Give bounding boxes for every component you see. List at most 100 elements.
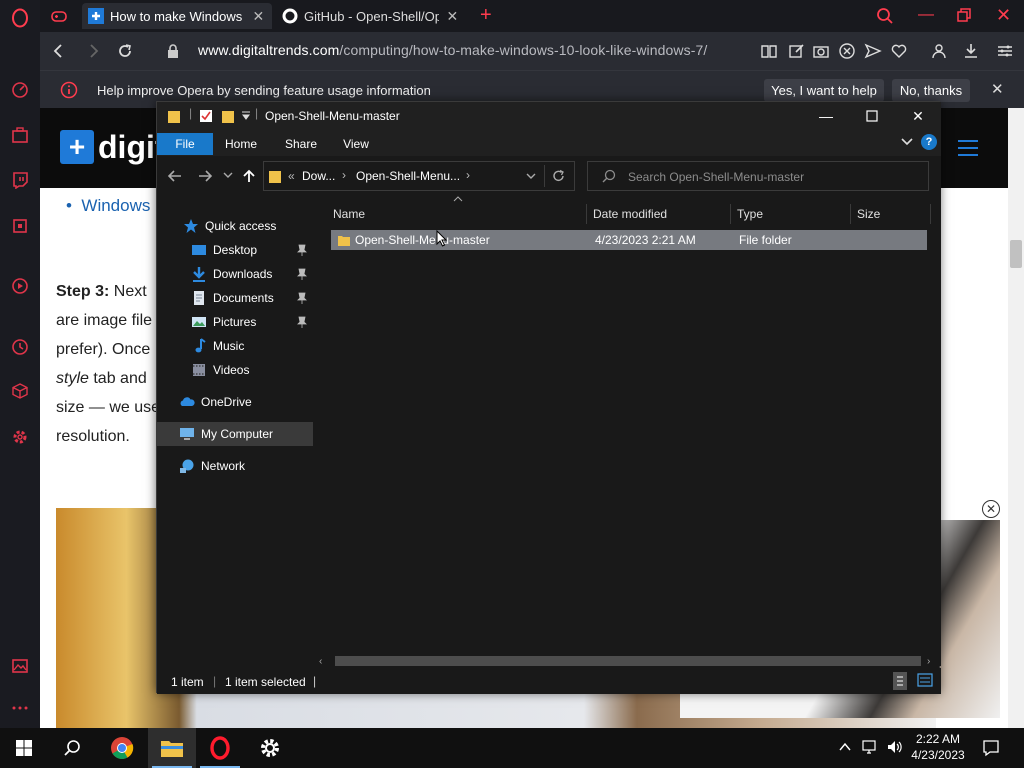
nav-downloads[interactable]: Downloads [157, 262, 313, 286]
start-windows-icon[interactable] [0, 728, 48, 768]
explorer-forward-icon[interactable] [197, 168, 213, 184]
reader-mode-icon[interactable] [760, 42, 778, 60]
address-breadcrumb[interactable]: « Dow... › Open-Shell-Menu... › [263, 161, 575, 191]
nav-network[interactable]: Network [157, 454, 313, 478]
reload-icon[interactable] [116, 42, 134, 60]
explorer-title-bar[interactable]: | | Open-Shell-Menu-master — ✕ [157, 102, 941, 130]
address-dropdown-icon[interactable] [526, 173, 536, 181]
customize-toolbar-icon[interactable] [241, 110, 251, 122]
explorer-back-icon[interactable] [167, 168, 183, 184]
nav-onedrive[interactable]: OneDrive [157, 390, 313, 414]
new-tab-plus-icon[interactable]: + [480, 4, 492, 27]
search-box[interactable]: Search Open-Shell-Menu-master [587, 161, 929, 191]
no-thanks-button[interactable]: No, thanks [892, 79, 970, 102]
heart-bookmark-icon[interactable] [890, 42, 908, 60]
taskbar-search-icon[interactable] [48, 728, 96, 768]
pin-icon[interactable] [297, 268, 307, 280]
large-icons-view-icon[interactable] [917, 673, 933, 687]
gamepad-icon[interactable] [50, 7, 68, 25]
hamburger-menu-icon[interactable] [958, 140, 978, 156]
volume-icon[interactable] [886, 739, 904, 755]
nav-pictures[interactable]: Pictures [157, 310, 313, 334]
briefcase-icon[interactable] [10, 125, 30, 145]
digitaltrends-logo-mark[interactable]: + [60, 130, 94, 164]
chrome-icon[interactable] [98, 728, 146, 768]
crypto-wallet-icon[interactable] [10, 216, 30, 236]
network-tray-icon[interactable] [862, 739, 880, 755]
pin-icon[interactable] [297, 292, 307, 304]
settings-gear-icon[interactable] [10, 427, 30, 447]
expand-ribbon-icon[interactable] [901, 137, 913, 147]
new-folder-icon[interactable] [221, 108, 235, 124]
opera-logo-icon[interactable] [10, 8, 30, 28]
horizontal-scrollbar[interactable]: ‹ › [317, 654, 939, 668]
extensions-cube-icon[interactable] [10, 381, 30, 401]
nav-quick-access[interactable]: Quick access [157, 214, 313, 238]
explorer-close-icon[interactable]: ✕ [895, 102, 941, 130]
help-icon[interactable]: ? [921, 134, 937, 150]
ribbon-tab-view[interactable]: View [333, 133, 379, 155]
explorer-maximize-icon[interactable] [849, 102, 895, 130]
minimize-icon[interactable]: — [918, 6, 934, 24]
yes-help-button[interactable]: Yes, I want to help [764, 79, 884, 102]
breadcrumb-downloads[interactable]: Dow... [302, 169, 335, 183]
bullet-link-text[interactable]: Windows [81, 196, 150, 215]
close-video-icon[interactable]: ✕ [982, 500, 1000, 518]
scroll-right-icon[interactable]: › [927, 656, 930, 667]
properties-icon[interactable] [199, 109, 213, 123]
tab-digitaltrends[interactable]: How to make Windows look ✕ [82, 3, 272, 29]
ribbon-tab-home[interactable]: Home [217, 133, 265, 155]
easy-setup-icon[interactable] [996, 42, 1014, 60]
player-icon[interactable] [10, 276, 30, 296]
opera-taskbar-icon[interactable] [196, 728, 244, 768]
column-header-size[interactable]: Size [853, 204, 931, 224]
page-scrollbar[interactable] [1008, 108, 1024, 728]
restore-icon[interactable] [956, 7, 972, 23]
taskbar-clock[interactable]: 2:22 AM 4/23/2023 [908, 731, 968, 763]
column-header-name[interactable]: Name [329, 204, 587, 224]
info-bar-close-icon[interactable]: ✕ [991, 80, 1004, 98]
camera-snapshot-icon[interactable] [812, 42, 830, 60]
tray-chevron-icon[interactable] [838, 740, 852, 754]
nav-videos[interactable]: Videos [157, 358, 313, 382]
send-icon[interactable] [864, 42, 882, 60]
details-view-icon[interactable] [893, 672, 907, 690]
speed-dial-icon[interactable] [10, 80, 30, 100]
nav-music[interactable]: Music [157, 334, 313, 358]
settings-taskbar-icon[interactable] [246, 728, 294, 768]
breadcrumb-overflow[interactable]: « [288, 169, 295, 183]
scroll-left-icon[interactable]: ‹ [319, 656, 322, 667]
history-icon[interactable] [10, 337, 30, 357]
explorer-minimize-icon[interactable]: — [803, 102, 849, 130]
nav-my-computer[interactable]: My Computer [157, 422, 313, 446]
breadcrumb-separator-icon[interactable]: › [342, 168, 346, 182]
nav-desktop[interactable]: Desktop [157, 238, 313, 262]
file-row[interactable]: Open-Shell-Menu-master 4/23/2023 2:21 AM… [331, 230, 927, 250]
ad-block-icon[interactable] [838, 42, 856, 60]
close-window-icon[interactable]: ✕ [996, 5, 1011, 26]
column-header-type[interactable]: Type [733, 204, 851, 224]
tab-close-icon[interactable]: ✕ [445, 8, 460, 25]
ribbon-tab-file[interactable]: File [157, 133, 213, 155]
recent-locations-icon[interactable] [223, 170, 233, 180]
twitch-icon[interactable] [10, 170, 30, 190]
breadcrumb-separator-icon[interactable]: › [466, 168, 470, 182]
tab-search-icon[interactable] [876, 7, 894, 25]
file-explorer-taskbar-icon[interactable] [148, 728, 196, 768]
url-text[interactable]: www.digitaltrends.com/computing/how-to-m… [198, 42, 707, 58]
up-folder-icon[interactable] [241, 168, 257, 184]
download-icon[interactable] [962, 42, 980, 60]
article-bullet-link[interactable]: • Windows [66, 196, 150, 216]
page-scroll-thumb[interactable] [1010, 240, 1022, 268]
forward-icon[interactable] [84, 42, 102, 60]
more-dots-icon[interactable] [10, 698, 30, 718]
snapshot-gallery-icon[interactable] [10, 656, 30, 676]
horizontal-scroll-thumb[interactable] [335, 656, 921, 666]
tab-close-icon[interactable]: ✕ [251, 8, 266, 25]
pin-icon[interactable] [297, 244, 307, 256]
nav-documents[interactable]: Documents [157, 286, 313, 310]
edit-icon[interactable] [788, 42, 806, 60]
notifications-icon[interactable] [982, 739, 1000, 757]
tab-github[interactable]: GitHub - Open-Shell/Open ✕ [276, 3, 466, 29]
pin-icon[interactable] [297, 316, 307, 328]
